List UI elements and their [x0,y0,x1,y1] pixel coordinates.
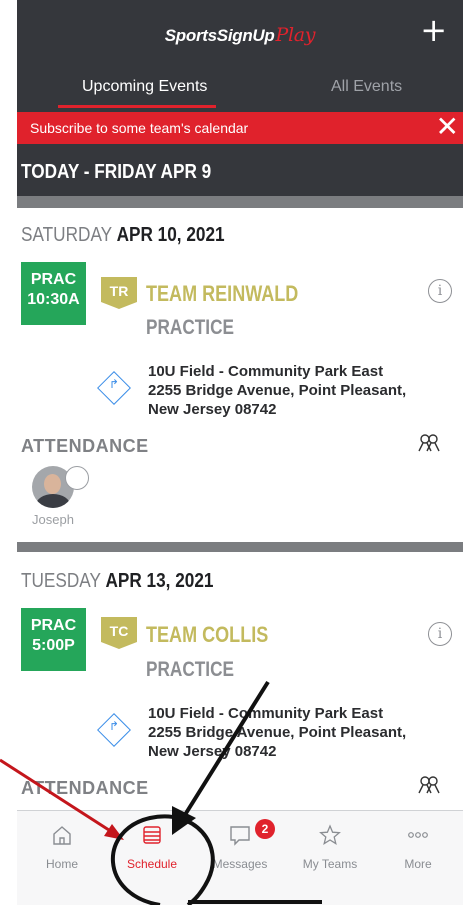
section-divider [17,542,463,552]
event-day-header: TUESDAY APR 13, 2021 [21,570,213,593]
event-day-of-week: SATURDAY [21,224,112,246]
section-divider [17,196,463,208]
close-icon[interactable]: ✕ [436,110,459,143]
tab-label: Schedule [126,857,178,871]
event-time-badge[interactable]: PRAC 5:00P [21,608,86,671]
event-type: PRACTICE [146,316,235,339]
badge-time: 5:00P [32,637,75,654]
attendance-label: ATTENDANCE [21,436,149,456]
logo-text: SportsSignUp [164,26,275,45]
plus-icon: + [420,11,447,49]
badge-type: PRAC [30,617,77,634]
directions-icon[interactable]: ↱ [97,713,131,747]
attendance-status-indicator[interactable] [65,466,89,490]
team-tag: TC [101,617,137,649]
attendance-group-icon[interactable] [417,433,441,459]
home-icon [51,824,73,846]
event-day-header: SATURDAY APR 10, 2021 [21,224,225,247]
bottom-tab-bar: Home Schedule 2 Messages My Teams More [17,810,463,905]
today-header-text: TODAY - FRIDAY APR 9 [21,161,212,183]
event-date: APR 10, 2021 [116,224,225,246]
team-name[interactable]: TEAM COLLIS [146,622,268,648]
address-line: 10U Field - Community Park East [148,705,384,722]
directions-icon[interactable]: ↱ [97,371,131,405]
more-icon [407,824,429,846]
star-icon [319,824,341,846]
app-logo: SportsSignUpPlay [17,24,463,46]
address-line: New Jersey 08742 [148,743,277,760]
attendance-label: ATTENDANCE [21,778,149,798]
schedule-icon [141,824,163,846]
tab-all-events[interactable]: All Events [331,78,402,96]
messages-badge: 2 [255,819,275,839]
tab-label: Messages [212,857,268,871]
logo-play-text: Play [275,24,316,46]
address-line: 2255 Bridge Avenue, Point Pleasant, [148,724,407,741]
tab-label: Home [45,857,78,871]
add-event-button[interactable]: + [420,14,447,46]
tab-upcoming-events[interactable]: Upcoming Events [82,78,207,96]
team-tag: TR [101,277,137,309]
attendee-name: Joseph [32,512,74,527]
badge-time: 10:30A [27,291,80,308]
today-header: TODAY - FRIDAY APR 9 [17,144,463,196]
address-line: 10U Field - Community Park East [148,363,384,380]
event-time-badge[interactable]: PRAC 10:30A [21,262,86,325]
people-icon [418,776,440,794]
event-type: PRACTICE [146,658,235,681]
info-icon[interactable]: i [428,622,452,646]
attendance-group-icon[interactable] [417,775,441,801]
people-icon [418,434,440,452]
badge-type: PRAC [30,271,77,288]
team-name[interactable]: TEAM REINWALD [146,281,298,307]
active-tab-indicator [58,105,216,108]
subscribe-banner[interactable]: Subscribe to some team's calendar ✕ [17,110,463,144]
subscribe-banner-text[interactable]: Subscribe to some team's calendar [30,120,248,136]
tab-label: More [404,857,432,871]
event-date: APR 13, 2021 [105,570,214,592]
app-screen: SportsSignUpPlay + Upcoming Events All E… [17,0,463,905]
event-address[interactable]: 10U Field - Community Park East 2255 Bri… [148,704,406,761]
event-address[interactable]: 10U Field - Community Park East 2255 Bri… [148,362,406,419]
event-tabs: Upcoming Events All Events [17,72,463,108]
info-icon[interactable]: i [428,279,452,303]
tab-label: My Teams [302,857,358,871]
messages-icon [229,824,251,846]
address-line: New Jersey 08742 [148,401,277,418]
event-day-of-week: TUESDAY [21,570,101,592]
address-line: 2255 Bridge Avenue, Point Pleasant, [148,382,407,399]
